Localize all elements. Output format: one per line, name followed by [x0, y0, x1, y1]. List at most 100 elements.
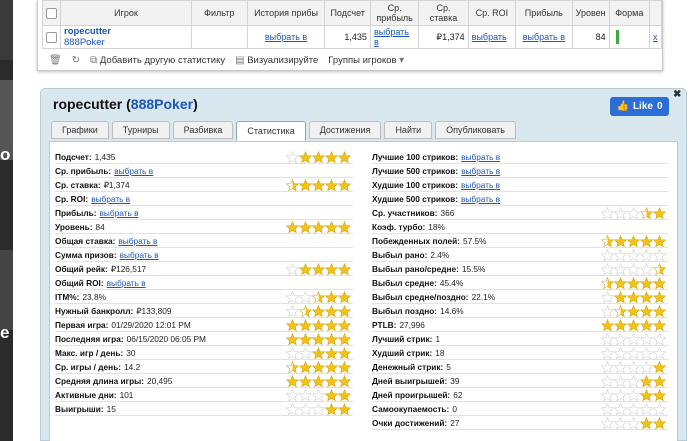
star-icon	[614, 333, 627, 345]
player-site-link[interactable]: 888Poker	[64, 37, 188, 48]
stat-row: Уровень: 84	[55, 220, 353, 234]
remove-row-link[interactable]: x	[653, 32, 658, 42]
background-page-strip: o e	[0, 0, 13, 441]
star-icon	[299, 319, 312, 331]
star-rating	[601, 347, 666, 359]
col-header-player[interactable]: Игрок	[60, 0, 192, 26]
stat-label: Выбыл рано/средне:	[372, 263, 459, 274]
visualize-button[interactable]: ▤ Визуализируйте	[235, 55, 318, 66]
star-icon	[601, 277, 614, 289]
close-icon[interactable]: ✖	[673, 89, 681, 100]
tab-publish[interactable]: Опубликовать	[435, 121, 516, 139]
stat-row: Коэф. турбо: 18%	[372, 220, 668, 234]
stat-select-link[interactable]: выбрать в	[91, 194, 130, 204]
star-rating	[601, 319, 666, 331]
stat-select-link[interactable]: выбрать в	[107, 278, 146, 288]
row-checkbox[interactable]	[46, 31, 57, 43]
star-icon	[627, 333, 640, 345]
stat-label: Уровень:	[55, 221, 93, 232]
profit-select-link[interactable]: выбрать в	[523, 32, 565, 42]
copy-icon: ⧉	[90, 54, 98, 66]
select-all-checkbox[interactable]	[46, 7, 57, 19]
tab-achievements[interactable]: Достижения	[308, 121, 382, 139]
star-icon	[338, 221, 351, 233]
star-icon	[299, 361, 312, 373]
panel-tabs: Графики Турниры Разбивка Статистика Дост…	[51, 121, 516, 141]
panel-site-link[interactable]: 888Poker	[131, 96, 193, 112]
left-stats-column: Подсчет: 1,435 Ср. прибыль: выбрать в Ср. ст…	[55, 150, 353, 416]
star-icon	[640, 389, 653, 401]
table-row: ropecutter 888Poker выбрать в 1,435 выбр…	[42, 25, 662, 49]
stat-label: Прибыль:	[55, 207, 97, 218]
stat-row: Ср. ставка: ₽1,374	[55, 178, 353, 192]
like-count: 0	[656, 101, 663, 112]
stat-label: Побежденных полей:	[372, 235, 460, 246]
stat-value: 30	[126, 347, 136, 358]
star-icon	[653, 207, 666, 219]
form-cell	[608, 25, 651, 49]
col-header-form[interactable]: Форма	[608, 0, 651, 26]
star-rating	[286, 151, 351, 163]
col-header-avg-profit[interactable]: Ср. прибыль	[369, 0, 420, 26]
star-icon	[312, 151, 325, 163]
player-name-link[interactable]: ropecutter	[64, 26, 188, 37]
player-cell: ropecutter 888Poker	[60, 25, 192, 49]
tab-statistics[interactable]: Статистика	[236, 121, 306, 141]
avg-profit-select-link[interactable]: выбрать в	[374, 27, 409, 47]
star-icon	[614, 375, 627, 387]
row-select-cell[interactable]	[42, 25, 61, 49]
stat-select-link[interactable]: выбрать в	[461, 180, 500, 190]
star-icon	[614, 291, 627, 303]
refresh-icon[interactable]: ↻	[72, 55, 80, 66]
col-header-filter[interactable]: Фильтр	[190, 0, 248, 26]
star-icon	[325, 347, 338, 359]
stat-value: 23.8%	[82, 291, 106, 302]
col-header-profit[interactable]: Прибыль	[515, 0, 573, 26]
stat-select-link[interactable]: выбрать в	[120, 250, 159, 260]
stat-select-link[interactable]: выбрать в	[99, 208, 138, 218]
tab-breakdown[interactable]: Разбивка	[172, 121, 234, 139]
star-icon	[338, 291, 351, 303]
stat-row: Ср. прибыль: выбрать в	[55, 164, 353, 178]
star-icon	[653, 319, 666, 331]
tab-tournaments[interactable]: Турниры	[111, 121, 170, 139]
stat-select-link[interactable]: выбрать в	[461, 166, 500, 176]
star-icon	[312, 263, 325, 275]
star-icon	[286, 333, 299, 345]
stat-row: Активные дни: 101	[55, 388, 353, 402]
tab-graphs[interactable]: Графики	[51, 121, 109, 139]
select-all-header[interactable]	[42, 0, 61, 26]
trash-icon[interactable]: 🗑	[49, 55, 62, 66]
col-header-count[interactable]: Подсчет	[324, 0, 371, 26]
tab-find[interactable]: Найти	[384, 121, 433, 139]
stat-value: 84	[95, 221, 105, 232]
stat-select-link[interactable]: выбрать в	[114, 166, 153, 176]
player-groups-dropdown[interactable]: Группы игроков ▾	[328, 55, 404, 66]
avg-profit-cell: выбрать в	[369, 25, 420, 49]
facebook-like-button[interactable]: 👍 Like 0	[610, 97, 669, 116]
stat-row: Общая ставка: выбрать в	[55, 234, 353, 248]
star-icon	[601, 291, 614, 303]
star-rating	[286, 361, 351, 373]
stat-value: 366	[440, 207, 455, 218]
profit-cell: выбрать в	[515, 25, 573, 49]
star-rating	[601, 389, 666, 401]
stat-label: Выигрыши:	[55, 403, 104, 414]
stat-label: Средняя длина игры:	[55, 375, 144, 386]
add-stat-button[interactable]: ⧉ Добавить другую статистику	[90, 55, 225, 66]
stat-value: 57.5%	[462, 235, 487, 246]
star-icon	[601, 207, 614, 219]
stat-select-link[interactable]: выбрать в	[461, 194, 500, 204]
col-header-history[interactable]: История прибы	[246, 0, 326, 26]
stat-row: Выигрыши: 15	[55, 402, 353, 416]
stat-label: Денежный стрик:	[372, 361, 444, 372]
stat-label: Ср. ставка:	[55, 179, 101, 190]
col-header-avg-stake[interactable]: Ср. ставка	[418, 0, 469, 26]
history-select-link[interactable]: выбрать в	[265, 32, 307, 42]
col-header-avg-roi[interactable]: Ср. ROI	[467, 0, 517, 26]
avg-roi-select-link[interactable]: выбрать	[472, 32, 507, 42]
stat-select-link[interactable]: выбрать в	[118, 236, 157, 246]
col-header-level[interactable]: Уровен	[571, 0, 610, 26]
stat-select-link[interactable]: выбрать в	[461, 152, 500, 162]
stat-row: Денежный стрик: 5	[372, 360, 668, 374]
